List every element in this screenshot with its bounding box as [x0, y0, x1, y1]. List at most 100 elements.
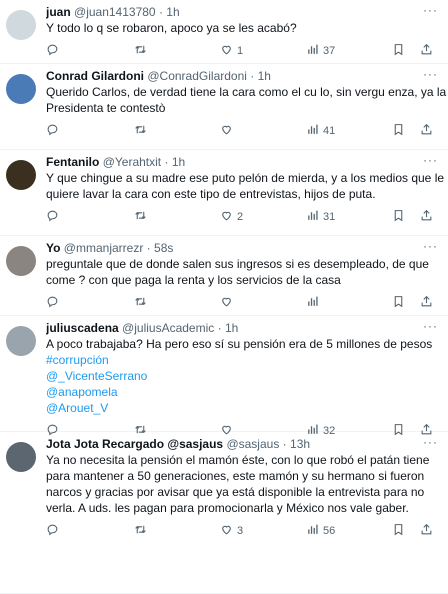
share-icon	[420, 209, 433, 225]
like-button[interactable]	[220, 295, 237, 311]
user-handle[interactable]: @juan1413780	[74, 5, 156, 19]
like-icon	[220, 123, 233, 139]
user-handle[interactable]: @sasjaus	[226, 437, 279, 451]
share-icon	[420, 295, 433, 311]
tweet[interactable]: ··· juliuscadena @juliusAcademic · 1h A …	[0, 316, 448, 437]
views-button[interactable]: 37	[306, 43, 335, 59]
display-name[interactable]: Conrad Gilardoni	[46, 69, 144, 83]
like-button[interactable]: 3	[220, 523, 243, 539]
separator-dot: ·	[250, 69, 255, 83]
like-count: 2	[237, 211, 244, 223]
tweet[interactable]: ··· Jota Jota Recargado @sasjaus @sasjau…	[0, 432, 448, 594]
avatar[interactable]	[6, 74, 36, 104]
avatar[interactable]	[6, 10, 36, 40]
timestamp[interactable]: 58s	[154, 241, 173, 255]
like-button[interactable]: 1	[220, 43, 243, 59]
tweet-text: Y todo lo q se robaron, apoco ya se les …	[46, 20, 442, 36]
tweet-content: Conrad Gilardoni @ConradGilardoni · 1h Q…	[46, 64, 447, 144]
retweet-button[interactable]	[134, 123, 151, 139]
action-bar: 41	[46, 120, 442, 142]
reply-button[interactable]	[46, 123, 63, 139]
reply-feed: ··· juan @juan1413780 · 1h Y todo lo q s…	[0, 0, 448, 594]
more-options-icon[interactable]: ···	[423, 68, 438, 80]
views-icon	[306, 209, 319, 225]
timestamp[interactable]: 1h	[258, 69, 271, 83]
share-button[interactable]	[420, 523, 433, 539]
tweet-header: juan @juan1413780 · 1h	[46, 4, 442, 20]
view-count: 37	[323, 45, 336, 57]
user-handle[interactable]: @juliusAcademic	[122, 321, 214, 335]
bookmark-button[interactable]	[392, 523, 405, 539]
more-options-icon[interactable]: ···	[423, 154, 438, 166]
tweet-content: juliuscadena @juliusAcademic · 1h A poco…	[46, 316, 442, 444]
reply-button[interactable]	[46, 209, 63, 225]
tweet-text-line: preguntale que de donde salen sus ingres…	[46, 257, 429, 271]
avatar[interactable]	[6, 442, 36, 472]
like-button[interactable]: 2	[220, 209, 243, 225]
retweet-button[interactable]	[134, 43, 151, 59]
tweet-header: Fentanilo @Yerahtxit · 1h	[46, 154, 442, 170]
timestamp[interactable]: 1h	[172, 155, 185, 169]
tweet-link[interactable]: @_VicenteSerrano	[46, 368, 442, 384]
timestamp[interactable]: 1h	[225, 321, 238, 335]
bookmark-button[interactable]	[392, 43, 405, 59]
separator-dot: ·	[164, 155, 169, 169]
tweet-text-line: Y que chingue a su madre ese puto pelón …	[46, 171, 445, 185]
avatar[interactable]	[6, 326, 36, 356]
avatar[interactable]	[6, 246, 36, 276]
display-name[interactable]: Yo	[46, 241, 60, 255]
more-options-icon[interactable]: ···	[423, 320, 438, 332]
bookmark-icon	[392, 523, 405, 539]
more-options-icon[interactable]: ···	[423, 4, 438, 16]
retweet-button[interactable]	[134, 295, 151, 311]
tweet-link[interactable]: @Arouet_V	[46, 400, 442, 416]
like-button[interactable]	[220, 123, 237, 139]
retweet-button[interactable]	[134, 209, 151, 225]
share-button[interactable]	[420, 209, 433, 225]
reply-icon	[46, 209, 59, 225]
tweet-link[interactable]: @anapomela	[46, 384, 442, 400]
user-handle[interactable]: @ConradGilardoni	[147, 69, 247, 83]
views-icon	[306, 295, 319, 311]
reply-icon	[46, 123, 59, 139]
share-button[interactable]	[420, 43, 433, 59]
retweet-icon	[134, 295, 147, 311]
share-button[interactable]	[420, 123, 433, 139]
avatar[interactable]	[6, 160, 36, 190]
user-handle[interactable]: @Yerahtxit	[103, 155, 161, 169]
user-handle[interactable]: @mmanjarrezr	[64, 241, 144, 255]
timestamp[interactable]: 1h	[166, 5, 179, 19]
tweet-text-line: Querido Carlos, de verdad tiene la cara …	[46, 85, 447, 99]
views-button[interactable]: 56	[306, 523, 335, 539]
like-icon	[220, 523, 233, 539]
retweet-button[interactable]	[134, 523, 151, 539]
views-button[interactable]: 31	[306, 209, 335, 225]
view-count: 41	[323, 125, 336, 137]
bookmark-button[interactable]	[392, 295, 405, 311]
tweet[interactable]: ··· Fentanilo @Yerahtxit · 1h Y que chin…	[0, 150, 448, 236]
display-name[interactable]: juan	[46, 5, 71, 19]
reply-button[interactable]	[46, 523, 63, 539]
views-button[interactable]	[306, 295, 323, 311]
timestamp[interactable]: 13h	[290, 437, 310, 451]
tweet-link[interactable]: #corrupción	[46, 352, 442, 368]
tweet[interactable]: ··· Yo @mmanjarrezr · 58s preguntale que…	[0, 236, 448, 316]
views-button[interactable]: 41	[306, 123, 335, 139]
more-options-icon[interactable]: ···	[423, 436, 438, 448]
tweet[interactable]: ··· juan @juan1413780 · 1h Y todo lo q s…	[0, 0, 448, 64]
reply-button[interactable]	[46, 295, 63, 311]
bookmark-button[interactable]	[392, 209, 405, 225]
share-button[interactable]	[420, 295, 433, 311]
display-name[interactable]: Jota Jota Recargado @sasjaus	[46, 437, 223, 451]
tweet-text: Ya no necesita la pensión el mamón éste,…	[46, 452, 442, 516]
tweet-text: Querido Carlos, de verdad tiene la cara …	[46, 84, 447, 116]
bookmark-button[interactable]	[392, 123, 405, 139]
display-name[interactable]: juliuscadena	[46, 321, 119, 335]
tweet-text-line: para mantener a 50 generaciones, este ma…	[46, 469, 425, 483]
like-icon	[220, 295, 233, 311]
more-options-icon[interactable]: ···	[423, 240, 438, 252]
display-name[interactable]: Fentanilo	[46, 155, 99, 169]
tweet[interactable]: ··· Conrad Gilardoni @ConradGilardoni · …	[0, 64, 448, 150]
views-icon	[306, 123, 319, 139]
reply-button[interactable]	[46, 43, 63, 59]
